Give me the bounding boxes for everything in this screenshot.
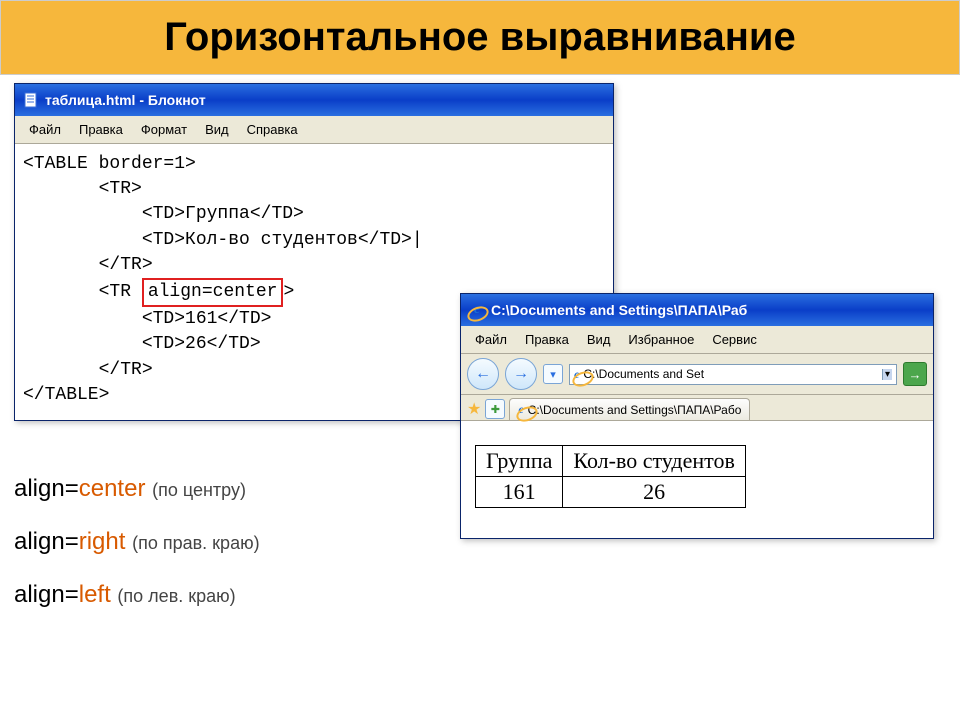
menu-format[interactable]: Формат [133, 120, 195, 139]
browser-tab[interactable]: e C:\Documents and Settings\ПАПА\Рабо [509, 398, 750, 420]
code-line: <TR [23, 282, 142, 302]
menu-file[interactable]: Файл [21, 120, 69, 139]
code-line: <TD>26</TD> [23, 334, 261, 354]
align-center-highlight: align=center [142, 278, 284, 307]
notepad-menubar: Файл Правка Формат Вид Справка [15, 116, 613, 144]
menu-view[interactable]: Вид [197, 120, 237, 139]
add-favorite-icon[interactable]: ✚ [485, 399, 505, 419]
ie-tabstrip: ★ ✚ e C:\Documents and Settings\ПАПА\Раб… [461, 395, 933, 421]
table-row: Группа Кол-во студентов [476, 446, 746, 477]
ie-menu-view[interactable]: Вид [579, 330, 619, 349]
slide-content: таблица.html - Блокнот Файл Правка Форма… [0, 75, 960, 111]
code-line: <TD>Группа</TD> [23, 204, 304, 224]
legend-right: align=right (по прав. краю) [14, 516, 260, 569]
table-cell: Группа [476, 446, 563, 477]
menu-edit[interactable]: Правка [71, 120, 131, 139]
notepad-icon [23, 92, 39, 108]
rendered-table: Группа Кол-во студентов 161 26 [475, 445, 746, 508]
ie-titlebar: e C:\Documents and Settings\ПАПА\Раб [461, 294, 933, 326]
address-text: C:\Documents and Set [583, 367, 704, 381]
code-line: </TABLE> [23, 385, 109, 405]
code-line: </TR> [23, 255, 153, 275]
ie-toolbar: ← → ▾ e C:\Documents and Set ▾ → [461, 354, 933, 395]
ie-menu-edit[interactable]: Правка [517, 330, 577, 349]
go-button[interactable]: → [903, 362, 927, 386]
code-line: </TR> [23, 360, 153, 380]
table-cell: 161 [476, 477, 563, 508]
ie-window: e C:\Documents and Settings\ПАПА\Раб Фай… [460, 293, 934, 539]
ie-icon: e [469, 302, 485, 318]
tab-label: C:\Documents and Settings\ПАПА\Рабо [528, 403, 742, 417]
nav-dropdown[interactable]: ▾ [543, 364, 563, 384]
ie-viewport: Группа Кол-во студентов 161 26 [461, 421, 933, 538]
ie-icon: e [574, 367, 579, 382]
back-button[interactable]: ← [467, 358, 499, 390]
favorites-star-icon[interactable]: ★ [467, 399, 481, 419]
legend-left: align=left (по лев. краю) [14, 569, 260, 622]
align-legend: align=center (по центру) align=right (по… [14, 463, 260, 621]
menu-help[interactable]: Справка [239, 120, 306, 139]
notepad-title-text: таблица.html - Блокнот [45, 92, 206, 108]
code-line: > [283, 282, 294, 302]
code-line: <TD>161</TD> [23, 309, 271, 329]
ie-menu-fav[interactable]: Избранное [620, 330, 702, 349]
ie-menu-tools[interactable]: Сервис [704, 330, 765, 349]
ie-icon: e [518, 402, 523, 417]
address-dropdown-icon[interactable]: ▾ [882, 369, 892, 380]
notepad-titlebar: таблица.html - Блокнот [15, 84, 613, 116]
table-row: 161 26 [476, 477, 746, 508]
code-line: <TR> [23, 179, 142, 199]
code-line: <TD>Кол-во студентов</TD>| [23, 230, 423, 250]
address-bar[interactable]: e C:\Documents and Set ▾ [569, 364, 897, 385]
legend-center: align=center (по центру) [14, 463, 260, 516]
ie-menu-file[interactable]: Файл [467, 330, 515, 349]
forward-button[interactable]: → [505, 358, 537, 390]
slide-title: Горизонтальное выравнивание [0, 0, 960, 75]
code-line: <TABLE border=1> [23, 154, 196, 174]
table-cell: Кол-во студентов [563, 446, 745, 477]
ie-menubar: Файл Правка Вид Избранное Сервис [461, 326, 933, 354]
ie-title-text: C:\Documents and Settings\ПАПА\Раб [491, 302, 747, 318]
table-cell: 26 [563, 477, 745, 508]
